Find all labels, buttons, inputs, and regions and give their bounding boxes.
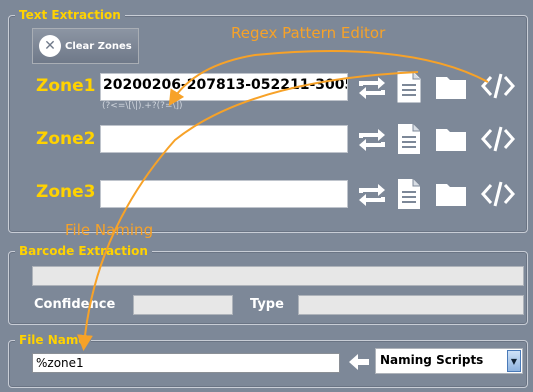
naming-annotation: File Naming (65, 221, 154, 239)
annotation-arrows (76, 50, 489, 351)
regex-annotation: Regex Pattern Editor (231, 24, 386, 42)
